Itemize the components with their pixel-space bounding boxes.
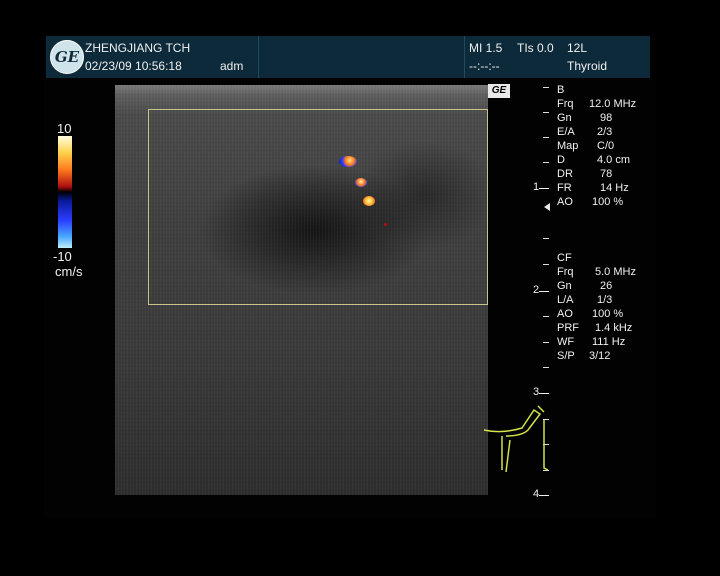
param-value: 98 xyxy=(600,112,613,124)
doppler-flow-spot xyxy=(363,196,375,206)
operator-id: adm xyxy=(220,59,244,73)
probe-body-mark-icon xyxy=(483,405,549,473)
param-value: 1/3 xyxy=(597,294,613,306)
depth-label: 1 xyxy=(533,181,540,193)
depth-tick xyxy=(543,264,549,265)
depth-tick xyxy=(543,162,549,163)
doppler-flow-spot xyxy=(384,223,387,226)
ge-logo-icon: GE xyxy=(50,40,84,74)
param-value: 4.0 cm xyxy=(597,154,631,166)
preset-name: Thyroid xyxy=(567,59,608,73)
depth-label: 2 xyxy=(533,284,540,296)
param-label: DR xyxy=(557,168,573,180)
doppler-flow-spot xyxy=(355,178,367,187)
param-value: 26 xyxy=(600,280,613,292)
depth-tick xyxy=(543,367,549,368)
doppler-flow-spot xyxy=(339,156,357,167)
param-label: PRF xyxy=(557,322,579,334)
param-value: 3/12 xyxy=(589,350,611,362)
param-value: 100 % xyxy=(592,196,624,208)
depth-tick xyxy=(543,238,549,239)
param-label: Frq xyxy=(557,98,574,110)
depth-label: 3 xyxy=(533,386,540,398)
depth-label: 4 xyxy=(533,488,540,500)
param-label: E/A xyxy=(557,126,575,138)
depth-tick xyxy=(543,137,549,138)
color-scale-min: -10 xyxy=(53,249,72,264)
param-label: FR xyxy=(557,182,572,194)
param-value: 5.0 MHz xyxy=(595,266,636,278)
exam-datetime: 02/23/09 10:56:18 xyxy=(85,59,182,73)
param-label: Gn xyxy=(557,280,572,292)
depth-tick xyxy=(543,316,549,317)
param-label: Map xyxy=(557,140,579,152)
param-label: L/A xyxy=(557,294,574,306)
color-scale-unit: cm/s xyxy=(55,264,83,279)
param-label: AO xyxy=(557,308,573,320)
param-label: S/P xyxy=(557,350,575,362)
param-value: 1.4 kHz xyxy=(595,322,633,334)
param-label: B xyxy=(557,84,565,96)
mechanical-index: MI 1.5 xyxy=(469,41,503,55)
param-value: 14 Hz xyxy=(600,182,629,194)
depth-major-tick xyxy=(539,393,549,394)
param-value: 100 % xyxy=(592,308,624,320)
time-placeholder: --:--:-- xyxy=(469,59,500,73)
param-value: 111 Hz xyxy=(592,336,626,348)
param-value: 78 xyxy=(600,168,613,180)
param-label: Gn xyxy=(557,112,572,124)
param-label: AO xyxy=(557,196,573,208)
depth-tick xyxy=(543,87,549,88)
param-label: D xyxy=(557,154,565,166)
param-label: CF xyxy=(557,252,572,264)
probe-name: 12L xyxy=(567,41,588,55)
depth-major-tick xyxy=(539,495,549,496)
param-label: WF xyxy=(557,336,575,348)
param-label: Frq xyxy=(557,266,574,278)
image-orientation-mark: GE xyxy=(488,84,510,98)
institution-name: ZHENGJIANG TCH xyxy=(85,41,191,55)
param-value: C/0 xyxy=(597,140,615,152)
thermal-index: TIs 0.0 xyxy=(517,41,554,55)
color-velocity-bar xyxy=(58,136,72,248)
param-value: 12.0 MHz xyxy=(589,98,637,110)
focus-marker-icon[interactable] xyxy=(544,203,550,211)
color-flow-roi-box[interactable] xyxy=(148,109,488,305)
param-value: 2/3 xyxy=(597,126,613,138)
depth-major-tick xyxy=(539,188,549,189)
color-scale-max: 10 xyxy=(57,121,72,136)
depth-major-tick xyxy=(539,291,549,292)
depth-tick xyxy=(543,112,549,113)
depth-tick xyxy=(543,342,549,343)
